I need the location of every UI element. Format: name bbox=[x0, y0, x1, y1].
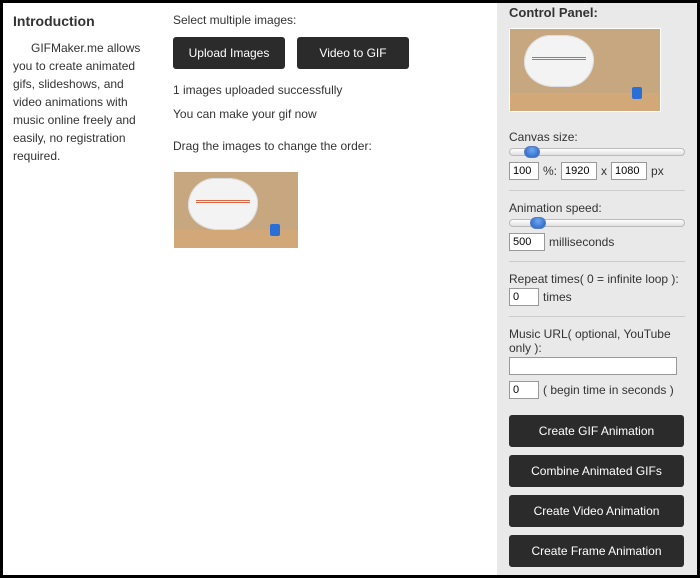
divider bbox=[509, 316, 685, 317]
create-video-button[interactable]: Create Video Animation bbox=[509, 495, 684, 527]
ready-status-text: You can make your gif now bbox=[173, 107, 487, 121]
canvas-size-fields: %: x px bbox=[509, 162, 685, 180]
repeat-times-input[interactable] bbox=[509, 288, 539, 306]
animation-speed-input[interactable] bbox=[509, 233, 545, 251]
intro-heading: Introduction bbox=[13, 13, 153, 29]
canvas-size-slider[interactable] bbox=[509, 148, 685, 156]
divider bbox=[509, 261, 685, 262]
intro-body: GIFMaker.me allows you to create animate… bbox=[13, 39, 153, 165]
video-to-gif-button[interactable]: Video to GIF bbox=[297, 37, 409, 69]
sidebar-intro: Introduction GIFMaker.me allows you to c… bbox=[3, 3, 163, 575]
music-begin-fields: ( begin time in seconds ) bbox=[509, 381, 685, 399]
control-panel-title: Control Panel: bbox=[509, 5, 685, 20]
control-panel: Control Panel: Canvas size: %: x px Anim… bbox=[497, 3, 697, 575]
canvas-size-label: Canvas size: bbox=[509, 130, 685, 144]
slider-thumb-icon[interactable] bbox=[524, 146, 540, 158]
canvas-width-input[interactable] bbox=[561, 162, 597, 180]
thumb-preview-icon bbox=[174, 172, 298, 248]
upload-images-button[interactable]: Upload Images bbox=[173, 37, 285, 69]
repeat-times-unit: times bbox=[543, 290, 572, 304]
music-url-label: Music URL( optional, YouTube only ): bbox=[509, 327, 685, 355]
divider bbox=[509, 190, 685, 191]
upload-button-row: Upload Images Video to GIF bbox=[173, 37, 487, 69]
upload-status-text: 1 images uploaded successfully bbox=[173, 83, 487, 97]
animation-speed-fields: milliseconds bbox=[509, 233, 685, 251]
main-area: Select multiple images: Upload Images Vi… bbox=[163, 3, 497, 575]
canvas-percent-suffix: %: bbox=[543, 164, 557, 178]
thumbnail-list bbox=[173, 171, 487, 249]
animation-speed-unit: milliseconds bbox=[549, 235, 614, 249]
animation-speed-slider[interactable] bbox=[509, 219, 685, 227]
canvas-height-input[interactable] bbox=[611, 162, 647, 180]
canvas-unit-label: px bbox=[651, 164, 664, 178]
drag-order-label: Drag the images to change the order: bbox=[173, 139, 487, 153]
select-images-label: Select multiple images: bbox=[173, 13, 487, 27]
canvas-x-separator: x bbox=[601, 164, 607, 178]
create-frame-button[interactable]: Create Frame Animation bbox=[509, 535, 684, 567]
app-frame: Introduction GIFMaker.me allows you to c… bbox=[0, 0, 700, 578]
uploaded-image-thumb[interactable] bbox=[173, 171, 299, 249]
repeat-times-label: Repeat times( 0 = infinite loop ): bbox=[509, 272, 685, 286]
animation-speed-label: Animation speed: bbox=[509, 201, 685, 215]
music-begin-input[interactable] bbox=[509, 381, 539, 399]
combine-gifs-button[interactable]: Combine Animated GIFs bbox=[509, 455, 684, 487]
preview-image-icon bbox=[509, 28, 661, 112]
animation-preview bbox=[509, 28, 661, 112]
music-url-input[interactable] bbox=[509, 357, 677, 375]
create-gif-button[interactable]: Create GIF Animation bbox=[509, 415, 684, 447]
music-begin-suffix: ( begin time in seconds ) bbox=[543, 383, 674, 397]
slider-thumb-icon[interactable] bbox=[530, 217, 546, 229]
repeat-times-fields: times bbox=[509, 288, 685, 306]
canvas-percent-input[interactable] bbox=[509, 162, 539, 180]
